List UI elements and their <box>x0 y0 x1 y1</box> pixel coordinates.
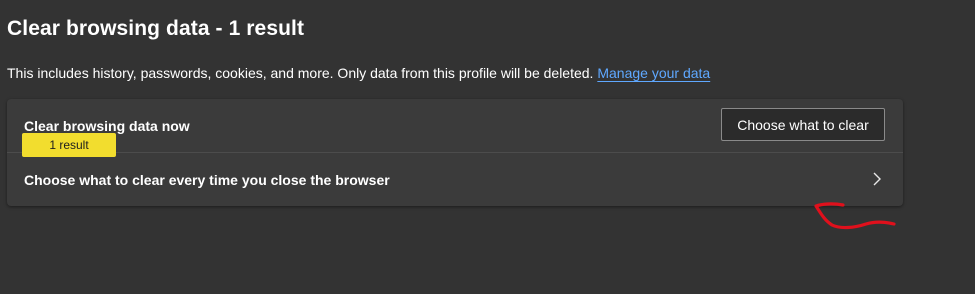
chevron-right-icon <box>873 172 881 186</box>
page-description: This includes history, passwords, cookie… <box>7 65 710 81</box>
choose-what-to-clear-button[interactable]: Choose what to clear <box>721 108 885 141</box>
red-arrow-annotation <box>814 202 896 230</box>
page-title: Clear browsing data - 1 result <box>7 17 305 40</box>
clear-browsing-data-card: Clear browsing data now Choose what to c… <box>7 99 903 206</box>
search-result-badge: 1 result <box>22 133 116 157</box>
clear-on-close-row[interactable]: Choose what to clear every time you clos… <box>7 153 903 206</box>
clear-now-row: Clear browsing data now Choose what to c… <box>7 99 903 152</box>
manage-your-data-link[interactable]: Manage your data <box>597 65 710 81</box>
clear-now-label: Clear browsing data now <box>24 117 190 134</box>
clear-on-close-label: Choose what to clear every time you clos… <box>24 171 390 188</box>
description-text: This includes history, passwords, cookie… <box>7 65 594 81</box>
